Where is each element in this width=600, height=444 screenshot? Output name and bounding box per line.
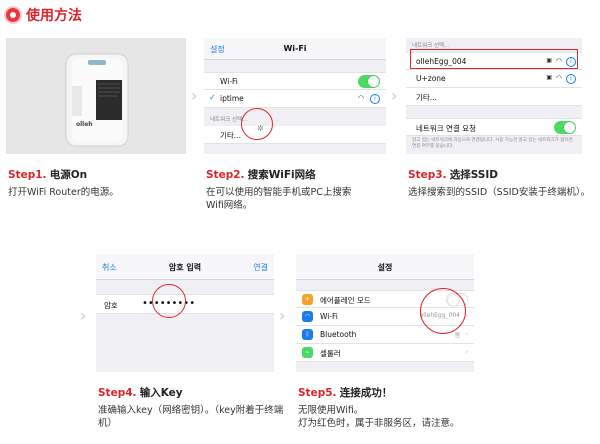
info-icon[interactable]: i [370,94,380,104]
step3-number: Step3. [408,169,447,181]
step1-heading: 电源On [49,169,88,181]
step3-body: 选择搜索到的SSID（SSID安装于终端机）。 [408,187,591,198]
step5-navbar: 설정 [296,254,474,280]
step2-wifi-label: Wi-Fi [220,77,238,86]
step5-highlight-circle [420,288,466,334]
arrow-right-icon: › [80,306,87,325]
chevron-right-icon: › [465,348,468,356]
step4-navbar: 취소 암호 입력 연결 [96,254,274,280]
wifi-icon: ◠ [302,311,313,322]
step2-caption: Step2. 搜索WiFi网络 在可以使用的智能手机或PC上搜索 Wifi网络。 [206,168,396,212]
step2-body-line2: Wifi网络。 [206,200,253,211]
step3-footnote: 알고 있는 네트워크에 자동으로 연결됩니다. 사용 가능한 알고 있는 네트워… [412,138,573,149]
step2-wifi-row: Wi-Fi [204,72,386,90]
step3-screenshot: 네트워크 선택... ollehEgg_004 ▣ ◠ i U+zone ▣ ◠… [406,38,582,154]
step2-wifi-toggle[interactable] [358,75,380,88]
step5-caption: Step5. 连接成功！ 无限使用Wifi。 灯为红色时，属于非服务区，请注意。 [298,386,498,430]
step3-caption: Step3. 选择SSID 选择搜索到的SSID（SSID安装于终端机）。 [408,168,598,199]
step5-number: Step5. [298,387,337,399]
step2-other-row[interactable]: 기타... [204,126,386,144]
step4-body-line2: 机） [98,418,118,429]
step5-body-line1: 无限使用Wifi。 [298,405,364,416]
step4-highlight-circle [152,284,186,318]
step1-number: Step1. [8,169,47,181]
step4-heading: 输入Key [139,387,183,399]
step5-bluetooth-label: Bluetooth [320,330,357,339]
bluetooth-icon: ᛒ [302,329,313,340]
step5-cellular-row[interactable]: ⌁ 셀룰러 › [296,344,474,362]
device-brand-label: olleh [76,121,93,128]
step4-number: Step4. [98,387,137,399]
step5-wifi-label: Wi-Fi [320,312,338,321]
step2-nav-title: Wi-Fi [283,44,307,53]
wifi-signal-icon: ◠ [555,74,562,82]
step2-highlight-circle [241,108,273,140]
arrow-right-icon: › [279,306,286,325]
step2-body-line1: 在可以使用的智能手机或PC上搜索 [206,187,352,198]
chevron-right-icon: › [465,330,468,338]
page-title-text: 使用方法 [26,8,82,24]
step5-nav-title: 설정 [377,263,393,272]
step1-image: olleh [6,38,186,154]
page-title: 使用方法 [6,4,82,26]
step5-body: 无限使用Wifi。 灯为红色时，属于非服务区，请注意。 [298,404,498,430]
bullet-icon [6,8,20,22]
airplane-icon: ✈ [302,294,313,305]
step5-cellular-label: 셀룰러 [320,349,341,358]
wifi-signal-icon: ◠ [357,94,364,102]
step3-network2-name: U+zone [416,74,446,83]
step4-screenshot: 취소 암호 입력 연결 암호 ••••••••• [96,254,274,372]
step3-network2-row[interactable]: U+zone ▣ ◠ i [406,70,582,88]
step2-other-label: 기타... [220,131,241,140]
step3-highlight-box [410,49,578,69]
step3-ask-join-row: 네트워크 연결 요청 [406,118,582,136]
step5-screenshot: 설정 ✈ 에어플레인 모드 ◠ Wi-Fi ollehEgg_004 › ᛒ B… [296,254,474,372]
step2-body: 在可以使用的智能手机或PC上搜索 Wifi网络。 [206,186,396,212]
step5-heading: 连接成功！ [339,387,393,399]
step5-airplane-label: 에어플레인 모드 [320,296,371,305]
step5-body-line2: 灯为红色时，属于非服务区，请注意。 [298,418,460,429]
step4-caption: Step4. 输入Key 准确输入key（网络密钥）。（key附着于终端 机） [98,386,288,430]
lock-icon: ▣ [546,74,552,81]
arrow-right-icon: › [391,86,398,105]
step2-navbar: 설정 Wi-Fi [204,38,386,60]
step3-other-label: 기타... [416,93,437,102]
step4-body: 准确输入key（网络密钥）。（key附着于终端 机） [98,404,288,430]
step5-bluetooth-value: 켬 [454,332,460,339]
arrow-right-icon: › [191,86,198,105]
checkmark-icon: ✓ [209,93,216,102]
step4-join-button[interactable]: 연결 [253,262,268,273]
step4-nav-title: 암호 입력 [168,263,202,272]
info-icon[interactable]: i [566,74,576,84]
step4-body-line1: 准确输入key（网络密钥）。（key附着于终端 [98,405,284,416]
step3-heading: 选择SSID [449,169,498,181]
router-device-illustration [65,53,129,147]
step2-number: Step2. [206,169,245,181]
step1-caption: Step1. 电源On 打开WiFi Router的电源。 [8,168,193,199]
step3-other-row[interactable]: 기타... [406,88,582,106]
step2-section-label: 네트워크 선택... [210,117,248,123]
step2-network-row[interactable]: ✓ iptime ◠ i [204,90,386,108]
step2-screenshot: 설정 Wi-Fi Wi-Fi ✓ iptime ◠ i 네트워크 선택... 기… [204,38,386,154]
step2-network-name: iptime [220,94,244,103]
step3-ask-join-label: 네트워크 연결 요청 [416,124,476,133]
cellular-icon: ⌁ [302,347,313,358]
step4-password-label: 암호 [104,301,118,310]
step1-body: 打开WiFi Router的电源。 [8,187,119,198]
step3-ask-join-toggle[interactable] [554,121,576,134]
step2-heading: 搜索WiFi网络 [247,169,316,181]
